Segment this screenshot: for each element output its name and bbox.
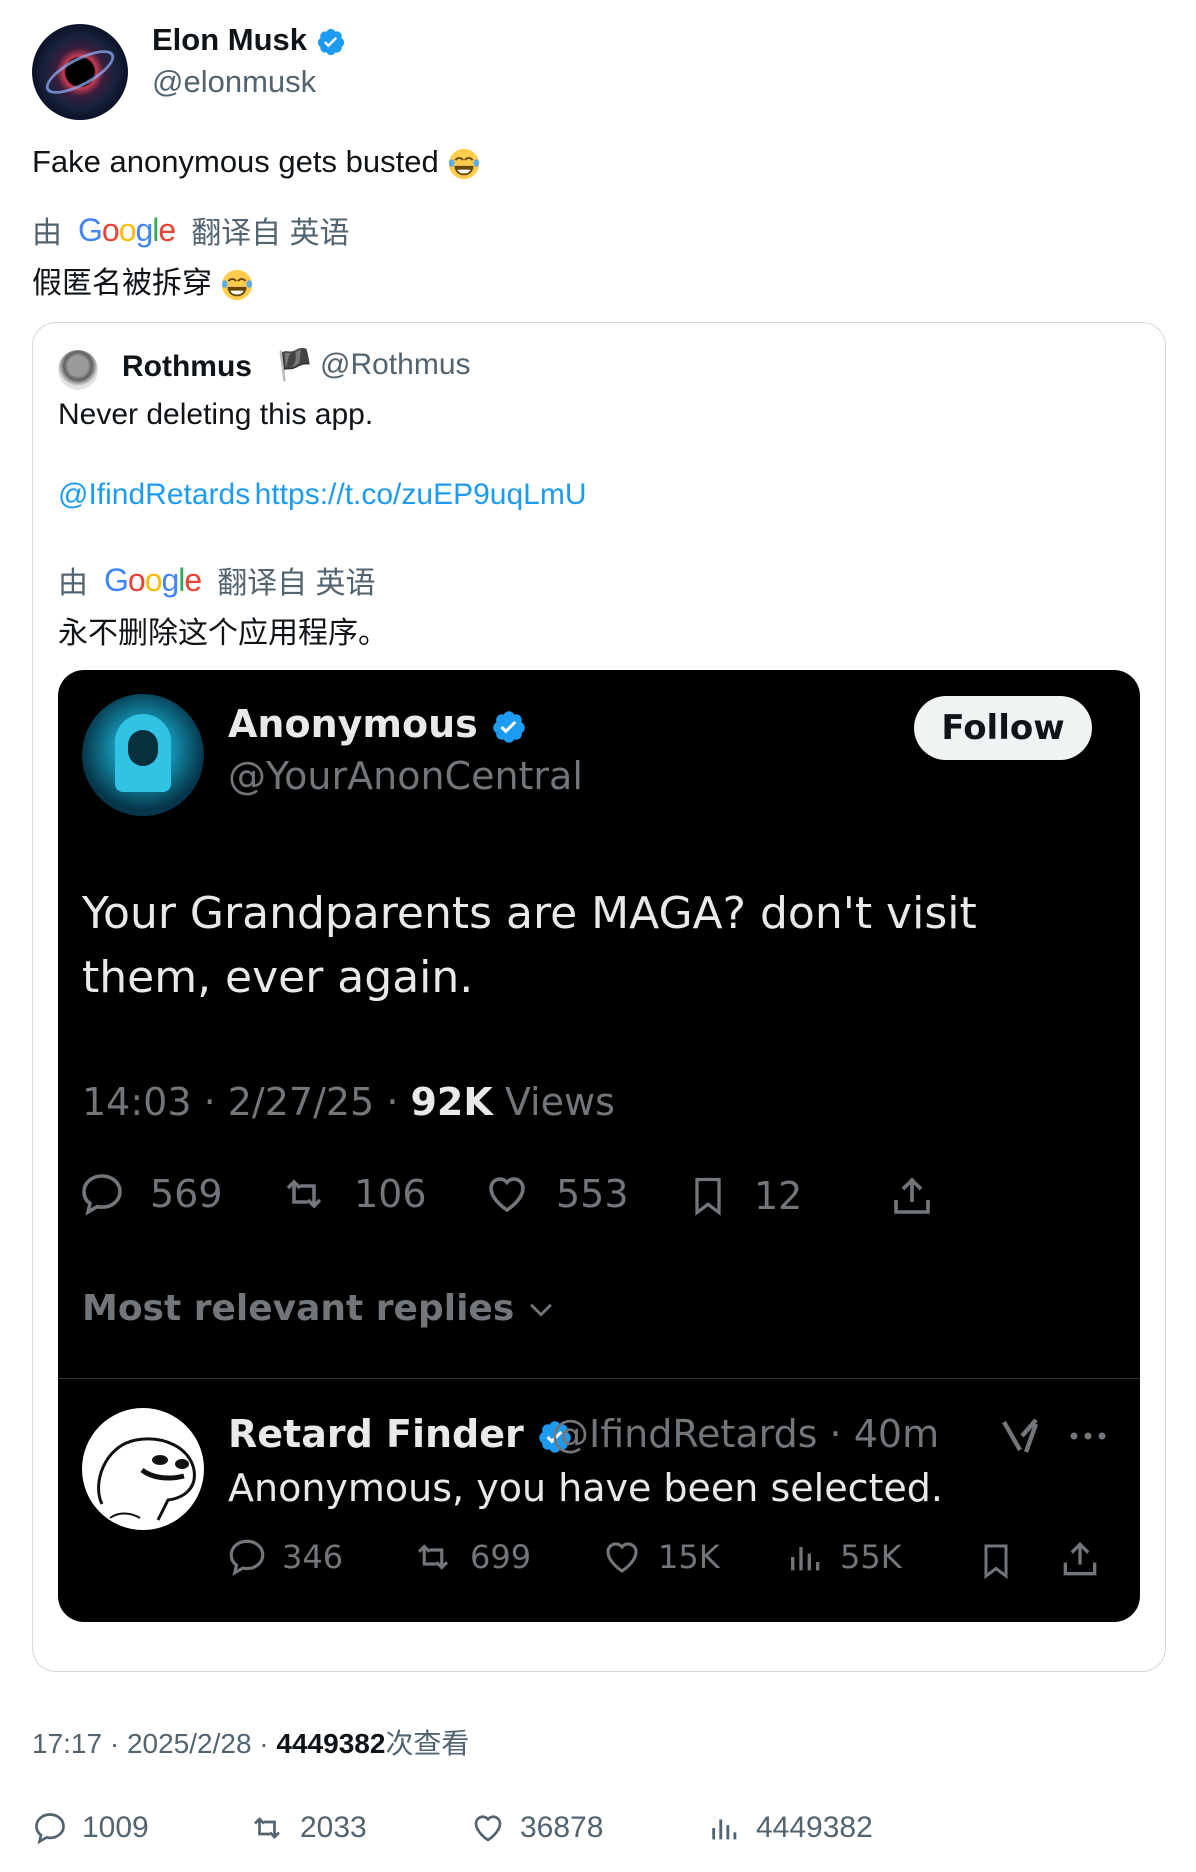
embedded-like-stat: 553 xyxy=(482,1170,629,1218)
flag-icon: 🏴 xyxy=(276,349,314,382)
reply-author-handle: @IfindRetards · 40m xyxy=(551,1412,940,1456)
google-logo: Google xyxy=(104,561,202,598)
quote-translation-attribution[interactable]: 由 Google 翻译自 英语 xyxy=(58,558,376,602)
reply-repost-stat: 699 xyxy=(410,1536,531,1578)
author-name[interactable]: Elon Musk xyxy=(152,22,346,58)
views-count: 4449382 xyxy=(276,1728,386,1759)
tears-of-joy-emoji-icon xyxy=(222,269,253,301)
reply-icon xyxy=(229,1539,265,1576)
translate-from-label: 翻译自 英语 xyxy=(217,567,376,600)
quote-author-avatar[interactable] xyxy=(58,350,98,390)
url-link[interactable]: https://t.co/zuEP9uqLmU xyxy=(255,478,587,511)
embedded-author-name: Anonymous xyxy=(228,702,527,746)
embedded-reply-stat: 569 xyxy=(78,1170,223,1218)
translation-attribution[interactable]: 由 Google 翻译自 英语 xyxy=(32,208,350,252)
verified-badge-icon xyxy=(317,28,344,55)
bookmark-icon xyxy=(695,1177,721,1216)
quote-links: @IfindRetards https://t.co/zuEP9uqLmU xyxy=(58,478,587,512)
mention-link[interactable]: @IfindRetards xyxy=(58,478,250,511)
author-avatar[interactable] xyxy=(32,24,128,120)
views-chart-icon xyxy=(791,1547,820,1571)
heart-icon xyxy=(474,1815,502,1842)
tweet-meta: 17:17 · 2025/2/28 · 4449382次查看 xyxy=(32,1728,470,1759)
reply-like-stat: 15K xyxy=(600,1536,720,1578)
anonymous-avatar xyxy=(82,694,204,816)
grok-icon xyxy=(1002,1418,1039,1453)
views-button[interactable]: 4449382 xyxy=(708,1810,873,1846)
embedded-screenshot[interactable]: Anonymous @YourAnonCentral Follow Your G… xyxy=(58,670,1140,1622)
troll-face-icon xyxy=(97,1437,196,1521)
quote-author-handle[interactable]: @Rothmus xyxy=(320,348,471,382)
divider xyxy=(58,1378,1140,1379)
translate-by-label: 由 xyxy=(58,567,88,600)
embedded-meta: 14:03 · 2/27/25 · 92K Views xyxy=(82,1080,615,1124)
embedded-bookmark-stat: 12 xyxy=(686,1170,802,1222)
translate-from-label: 翻译自 英语 xyxy=(191,217,350,250)
author-handle[interactable]: @elonmusk xyxy=(152,64,316,100)
repost-icon xyxy=(417,1544,449,1570)
translate-by-label: 由 xyxy=(32,217,62,250)
reply-icon xyxy=(82,1174,122,1216)
embedded-tweet-text: Your Grandparents are MAGA? don't visit … xyxy=(82,888,977,1003)
more-options-icon xyxy=(1070,1432,1106,1440)
follow-button: Follow xyxy=(914,696,1092,760)
repost-icon xyxy=(286,1179,322,1209)
share-icon xyxy=(1063,1541,1097,1576)
repost-button[interactable]: 2033 xyxy=(248,1810,367,1846)
reply-author-name: Retard Finder xyxy=(228,1412,573,1456)
tweet-text: Fake anonymous gets busted xyxy=(32,144,481,181)
tears-of-joy-emoji-icon xyxy=(449,148,480,179)
reply-icon xyxy=(35,1813,65,1845)
reply-button[interactable]: 1009 xyxy=(32,1810,149,1846)
like-button[interactable]: 36878 xyxy=(470,1810,603,1846)
google-logo: Google xyxy=(78,211,176,248)
verified-badge-icon xyxy=(493,710,525,743)
reply-text: Anonymous, you have been selected. xyxy=(228,1466,943,1510)
quote-text: Never deleting this app. xyxy=(58,398,374,431)
bookmark-icon xyxy=(984,1544,1008,1579)
reply-author-avatar xyxy=(82,1408,204,1530)
repost-icon xyxy=(254,1817,280,1839)
reply-views-stat: 55K xyxy=(786,1536,902,1578)
share-icon xyxy=(894,1177,930,1214)
embedded-author-handle: @YourAnonCentral xyxy=(228,754,583,798)
quote-translated-text: 永不删除这个应用程序。 xyxy=(58,617,388,650)
embedded-repost-stat: 106 xyxy=(278,1170,427,1218)
reply-reply-stat: 346 xyxy=(226,1536,343,1578)
heart-icon xyxy=(606,1542,638,1573)
most-relevant-replies-toggle: Most relevant replies xyxy=(82,1288,558,1329)
translated-text: 假匿名被拆穿 xyxy=(32,258,254,302)
quote-author-name[interactable]: Rothmus xyxy=(122,350,252,384)
heart-icon xyxy=(489,1177,525,1213)
chevron-down-icon xyxy=(530,1303,553,1317)
views-chart-icon xyxy=(712,1819,737,1840)
embedded-share-stat xyxy=(888,1170,936,1222)
